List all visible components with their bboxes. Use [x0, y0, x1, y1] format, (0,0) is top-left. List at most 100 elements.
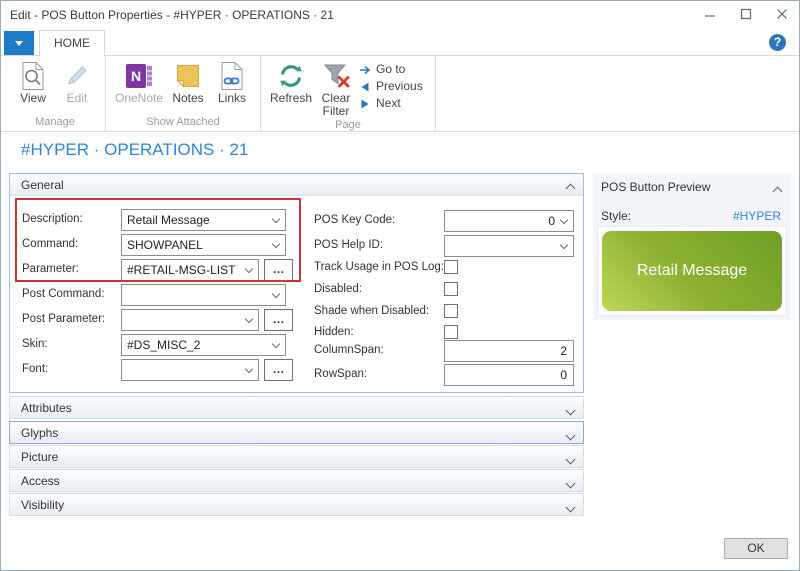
pos-key-code-combo[interactable]: 0 [444, 210, 574, 232]
chevron-up-icon [565, 181, 576, 195]
hidden-label: Hidden: [314, 326, 354, 338]
next-label: Next [376, 96, 401, 110]
preview-panel-title: POS Button Preview [601, 180, 711, 194]
pos-help-id-combo[interactable] [444, 235, 574, 257]
onenote-icon: N [123, 59, 155, 92]
close-icon [777, 9, 787, 19]
links-button[interactable]: Links [210, 58, 254, 105]
font-label: Font: [22, 363, 49, 375]
application-menu-button[interactable] [4, 31, 34, 55]
help-button[interactable]: ? [769, 34, 786, 51]
goto-menu-item[interactable]: Go to [359, 63, 425, 76]
maximize-icon [740, 8, 752, 20]
ribbon-group-show-attached: N OneNote Notes Links Show Attached [106, 56, 261, 131]
ribbon-tab-row: HOME ? [1, 28, 799, 56]
clear-filter-icon [320, 59, 352, 92]
chevron-down-icon [244, 314, 254, 324]
skin-label: Skin: [22, 338, 48, 350]
onenote-button[interactable]: N OneNote [112, 58, 166, 105]
section-picture-label: Picture [21, 450, 59, 464]
chevron-down-icon [565, 476, 576, 490]
close-button[interactable] [773, 6, 791, 22]
next-arrow-icon [359, 99, 371, 109]
view-button[interactable]: View [11, 58, 55, 105]
section-picture[interactable]: Picture [9, 445, 584, 468]
notes-button-label: Notes [172, 91, 204, 105]
edit-button-label: Edit [66, 91, 88, 105]
chevron-down-icon [15, 40, 23, 46]
font-lookup-button[interactable]: … [264, 359, 293, 381]
rowspan-input[interactable]: 0 [444, 364, 574, 386]
ribbon-group-label-show-attached: Show Attached [146, 116, 220, 128]
section-glyphs[interactable]: Glyphs [9, 421, 584, 444]
page-title: #HYPER · OPERATIONS · 21 [21, 140, 249, 159]
links-button-label: Links [217, 91, 246, 105]
style-label: Style: [601, 209, 632, 223]
pos-button-preview: Retail Message [602, 231, 782, 311]
previous-label: Previous [376, 79, 423, 93]
pos-key-code-label: POS Key Code: [314, 214, 396, 226]
previous-menu-item[interactable]: Previous [359, 80, 425, 93]
chevron-down-icon [271, 289, 281, 299]
section-attributes[interactable]: Attributes [9, 396, 584, 419]
pos-button-preview-panel: POS Button Preview Style: #HYPER Retail … [593, 173, 791, 320]
ribbon-group-page: Refresh Clear Filter Go to Previous Next… [261, 56, 436, 131]
post-command-label: Post Command: [22, 288, 105, 300]
section-general-label: General [21, 178, 64, 192]
pos-button-properties-window: Edit - POS Button Properties - #HYPER · … [0, 0, 800, 571]
pos-help-id-label: POS Help ID: [314, 239, 384, 251]
ribbon: View Edit Manage N OneNote Notes Links S… [1, 56, 799, 132]
onenote-button-label: OneNote [114, 91, 164, 105]
tab-home[interactable]: HOME [39, 30, 105, 56]
section-access[interactable]: Access [9, 469, 584, 492]
minimize-button[interactable] [701, 6, 719, 22]
refresh-button[interactable]: Refresh [267, 58, 315, 105]
highlight-rectangle [15, 198, 301, 282]
chevron-up-icon[interactable] [772, 184, 783, 198]
view-button-label: View [20, 91, 46, 105]
links-icon [216, 59, 248, 92]
notes-button[interactable]: Notes [166, 58, 210, 105]
refresh-button-label: Refresh [269, 91, 313, 105]
page-nav-stack: Go to Previous Next [357, 58, 429, 110]
ribbon-group-label-manage: Manage [35, 116, 75, 128]
svg-text:N: N [131, 68, 141, 84]
chevron-down-icon [271, 339, 281, 349]
rowspan-label: RowSpan: [314, 368, 368, 380]
section-visibility[interactable]: Visibility [9, 493, 584, 516]
section-general-header[interactable]: General [10, 174, 583, 196]
post-parameter-label: Post Parameter: [22, 313, 106, 325]
chevron-down-icon [244, 364, 254, 374]
post-parameter-combo[interactable] [121, 309, 259, 331]
clear-filter-button-label: Clear Filter [321, 91, 351, 118]
hidden-checkbox[interactable] [444, 325, 458, 339]
shade-when-disabled-label: Shade when Disabled: [314, 305, 430, 317]
post-parameter-lookup-button[interactable]: … [264, 309, 293, 331]
track-usage-checkbox[interactable] [444, 260, 458, 274]
disabled-checkbox[interactable] [444, 282, 458, 296]
ribbon-group-manage: View Edit Manage [5, 56, 106, 131]
maximize-button[interactable] [737, 6, 755, 22]
preview-button-container: Retail Message [597, 226, 787, 316]
next-menu-item[interactable]: Next [359, 97, 425, 110]
style-value-link[interactable]: #HYPER [733, 209, 781, 223]
section-access-label: Access [21, 474, 60, 488]
skin-value: #DS_MISC_2 [127, 338, 201, 352]
columnspan-label: ColumnSpan: [314, 344, 384, 356]
section-attributes-label: Attributes [21, 401, 72, 415]
shade-when-disabled-checkbox[interactable] [444, 304, 458, 318]
edit-button[interactable]: Edit [55, 58, 99, 105]
track-usage-label: Track Usage in POS Log: [314, 261, 444, 273]
goto-arrow-icon [359, 65, 371, 75]
clear-filter-button[interactable]: Clear Filter [315, 58, 357, 118]
goto-label: Go to [376, 62, 406, 76]
section-glyphs-label: Glyphs [21, 426, 59, 440]
post-command-combo[interactable] [121, 284, 286, 306]
columnspan-input[interactable]: 2 [444, 340, 574, 362]
font-combo[interactable] [121, 359, 259, 381]
disabled-label: Disabled: [314, 283, 362, 295]
window-controls [701, 6, 791, 22]
skin-combo[interactable]: #DS_MISC_2 [121, 334, 286, 356]
ok-button[interactable]: OK [724, 538, 788, 559]
notes-icon [172, 59, 204, 92]
